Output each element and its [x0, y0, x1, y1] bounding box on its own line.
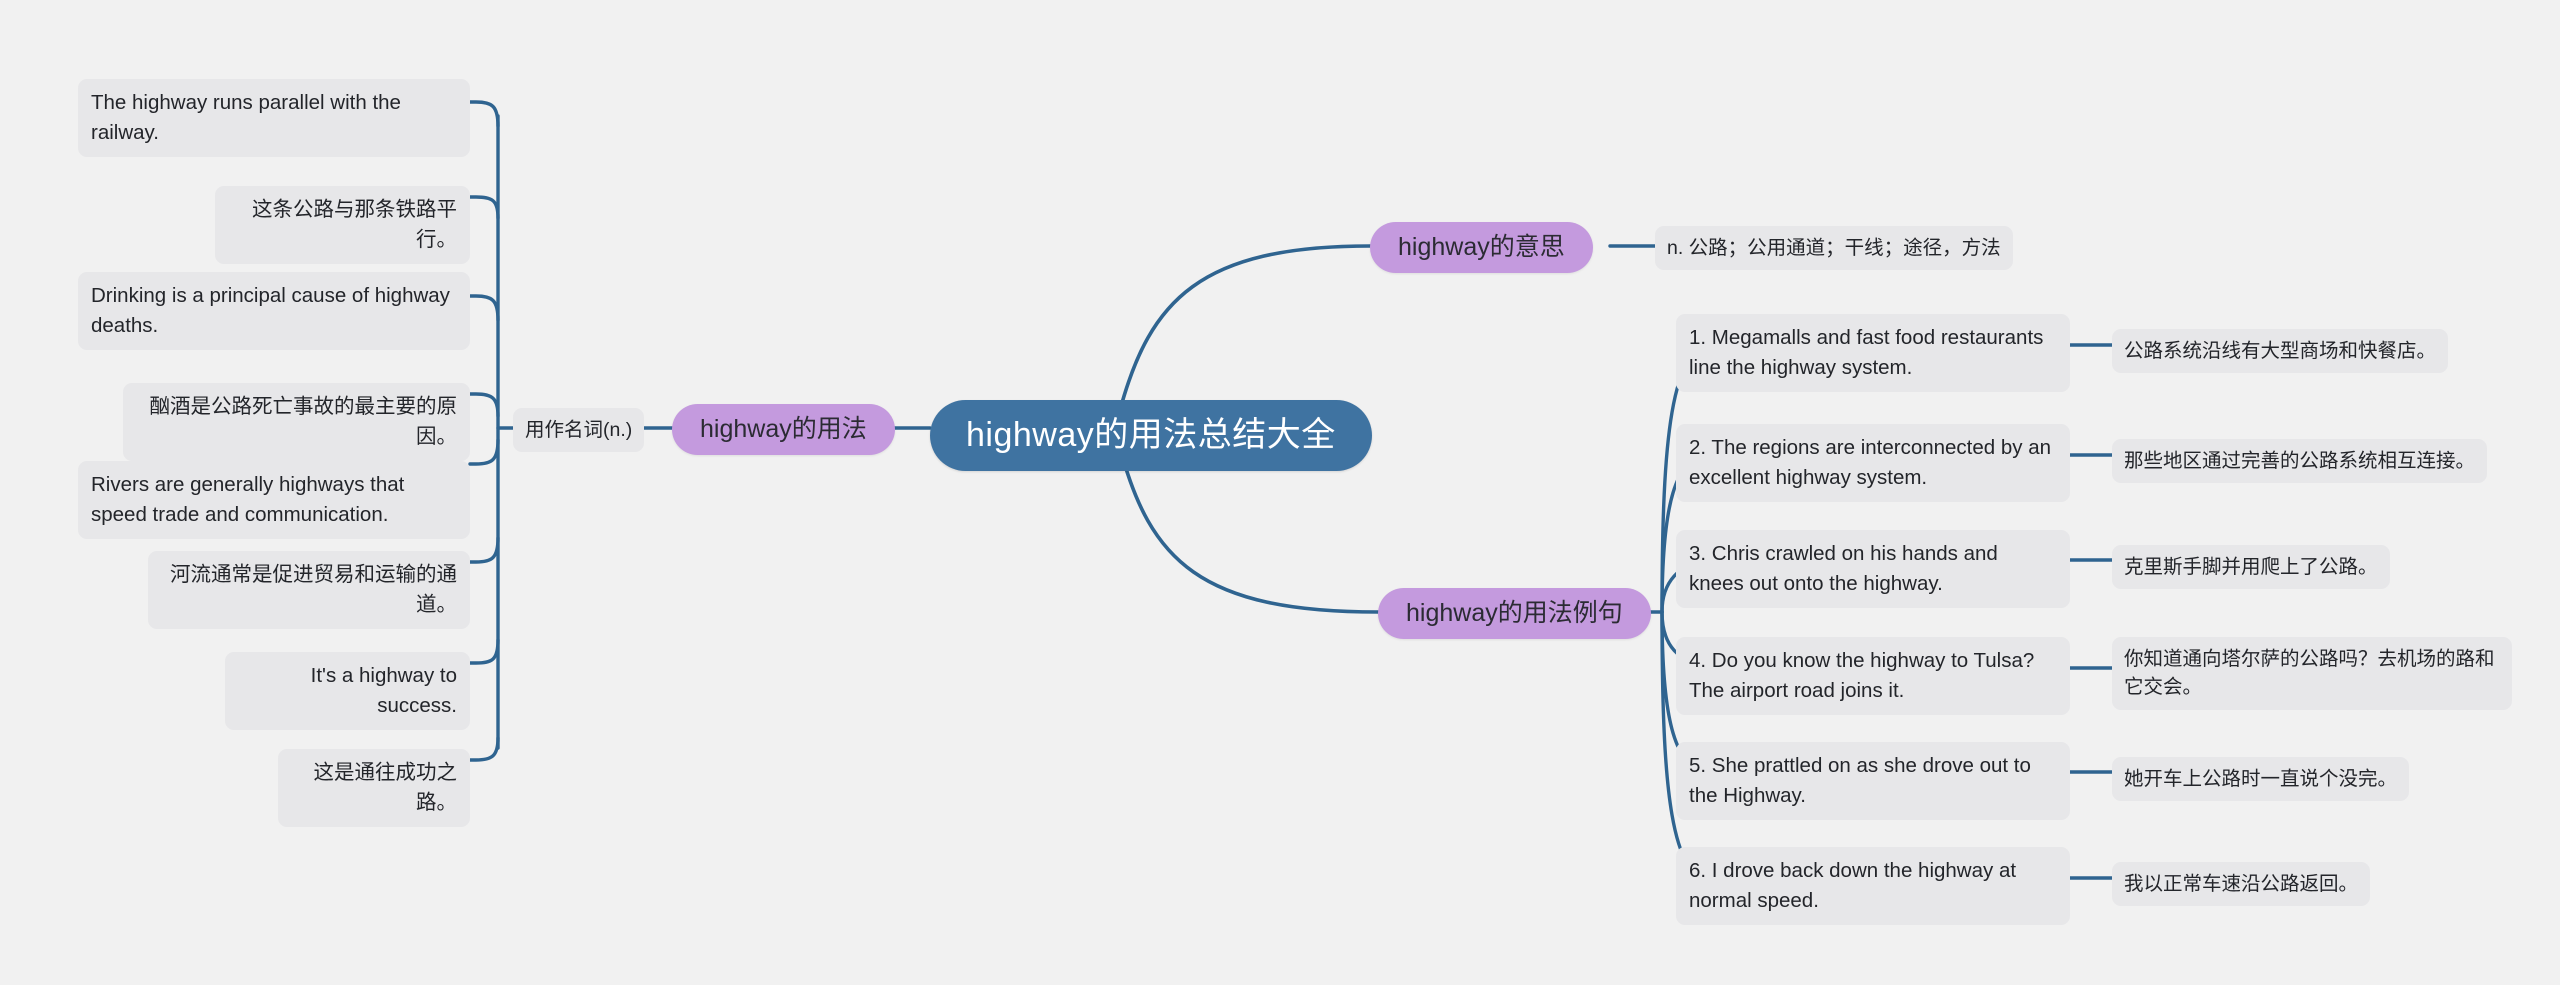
noun-example-cn-2-text: 酗酒是公路死亡事故的最主要的原因。 [149, 395, 458, 448]
branch-node-meaning[interactable]: highway的意思 [1370, 222, 1593, 274]
branch-node-examples-label: highway的用法例句 [1406, 599, 1623, 627]
sentence-example-en-2-text: 2. The regions are interconnected by an … [1689, 436, 2052, 489]
meaning-definition-box[interactable]: n. 公路；公用通道；干线；途径，方法 [1655, 226, 2013, 271]
sentence-example-cn-2-text: 那些地区通过完善的公路系统相互连接。 [2124, 450, 2476, 472]
sentence-example-en-2[interactable]: 2. The regions are interconnected by an … [1676, 424, 2070, 502]
sentence-example-en-6[interactable]: 6. I drove back down the highway at norm… [1676, 847, 2070, 925]
sentence-example-cn-5-text: 她开车上公路时一直说个没完。 [2124, 768, 2398, 790]
sentence-example-en-1-text: 1. Megamalls and fast food restaurants l… [1689, 326, 2044, 379]
branch-node-meaning-label: highway的意思 [1398, 233, 1565, 261]
root-node[interactable]: highway的用法总结大全 [930, 400, 1372, 471]
edge-noun-leaf-5 [468, 438, 500, 466]
sentence-example-cn-2[interactable]: 那些地区通过完善的公路系统相互连接。 [2112, 439, 2488, 484]
sentence-example-cn-4[interactable]: 你知道通向塔尔萨的公路吗？去机场的路和它交会。 [2112, 637, 2512, 710]
sentence-example-cn-1[interactable]: 公路系统沿线有大型商场和快餐店。 [2112, 329, 2449, 374]
noun-example-en-3[interactable]: Rivers are generally highways that speed… [78, 461, 470, 539]
noun-category-box[interactable]: 用作名词(n.) [513, 408, 645, 453]
branch-node-usage[interactable]: highway的用法 [672, 404, 895, 456]
sentence-example-en-6-text: 6. I drove back down the highway at norm… [1689, 859, 2017, 912]
edge-noun-leaf-4 [468, 392, 500, 418]
edge-noun-leaf-3 [468, 294, 500, 322]
sentence-example-cn-1-text: 公路系统沿线有大型商场和快餐店。 [2124, 340, 2437, 362]
noun-example-en-4-text: It's a highway to success. [310, 664, 457, 717]
noun-example-cn-4-text: 这是通往成功之路。 [313, 761, 458, 814]
sentence-example-cn-6-text: 我以正常车速沿公路返回。 [2124, 873, 2359, 895]
noun-example-en-4[interactable]: It's a highway to success. [225, 652, 470, 730]
noun-example-cn-3[interactable]: 河流通常是促进贸易和运输的通道。 [148, 551, 470, 629]
meaning-definition-text: n. 公路；公用通道；干线；途径，方法 [1667, 237, 2001, 259]
noun-category-label: 用作名词(n.) [525, 419, 633, 441]
noun-example-en-1[interactable]: The highway runs parallel with the railw… [78, 79, 470, 157]
mindmap-canvas: highway的用法总结大全 highway的用法 highway的意思 hig… [0, 0, 2560, 985]
noun-example-en-2[interactable]: Drinking is a principal cause of highway… [78, 272, 470, 350]
root-node-label: highway的用法总结大全 [966, 416, 1336, 454]
edge-noun-leaf-2 [468, 195, 500, 220]
sentence-example-en-1[interactable]: 1. Megamalls and fast food restaurants l… [1676, 314, 2070, 392]
sentence-example-cn-4-text: 你知道通向塔尔萨的公路吗？去机场的路和它交会。 [2124, 648, 2495, 699]
noun-example-en-2-text: Drinking is a principal cause of highway… [91, 284, 450, 337]
sentence-example-en-5-text: 5. She prattled on as she drove out to t… [1689, 754, 2031, 807]
sentence-example-en-4[interactable]: 4. Do you know the highway to Tulsa? The… [1676, 637, 2070, 715]
noun-example-cn-3-text: 河流通常是促进贸易和运输的通道。 [170, 563, 457, 616]
sentence-example-en-3[interactable]: 3. Chris crawled on his hands and knees … [1676, 530, 2070, 608]
sentence-example-en-4-text: 4. Do you know the highway to Tulsa? The… [1689, 649, 2035, 702]
edge-root-to-meaning [1118, 244, 1372, 412]
noun-example-cn-1[interactable]: 这条公路与那条铁路平行。 [215, 186, 470, 264]
noun-example-cn-2[interactable]: 酗酒是公路死亡事故的最主要的原因。 [123, 383, 470, 461]
sentence-example-cn-3-text: 克里斯手脚并用爬上了公路。 [2124, 556, 2378, 578]
noun-example-cn-4[interactable]: 这是通往成功之路。 [278, 749, 470, 827]
branch-node-examples[interactable]: highway的用法例句 [1378, 588, 1651, 640]
edge-noun-leaf-6 [468, 536, 500, 564]
noun-example-cn-1-text: 这条公路与那条铁路平行。 [252, 198, 457, 251]
noun-example-en-3-text: Rivers are generally highways that speed… [91, 473, 405, 526]
sentence-example-en-3-text: 3. Chris crawled on his hands and knees … [1689, 542, 1998, 595]
branch-node-usage-label: highway的用法 [700, 415, 867, 443]
sentence-example-cn-6[interactable]: 我以正常车速沿公路返回。 [2112, 862, 2371, 907]
noun-example-en-1-text: The highway runs parallel with the railw… [91, 91, 401, 144]
edge-root-to-examples [1118, 446, 1380, 614]
sentence-example-cn-3[interactable]: 克里斯手脚并用爬上了公路。 [2112, 545, 2390, 590]
edge-noun-leaf-1 [468, 100, 500, 128]
sentence-example-en-5[interactable]: 5. She prattled on as she drove out to t… [1676, 742, 2070, 820]
edge-noun-leaf-8 [468, 736, 500, 762]
sentence-example-cn-5[interactable]: 她开车上公路时一直说个没完。 [2112, 757, 2410, 802]
edge-noun-leaf-7 [468, 638, 500, 665]
